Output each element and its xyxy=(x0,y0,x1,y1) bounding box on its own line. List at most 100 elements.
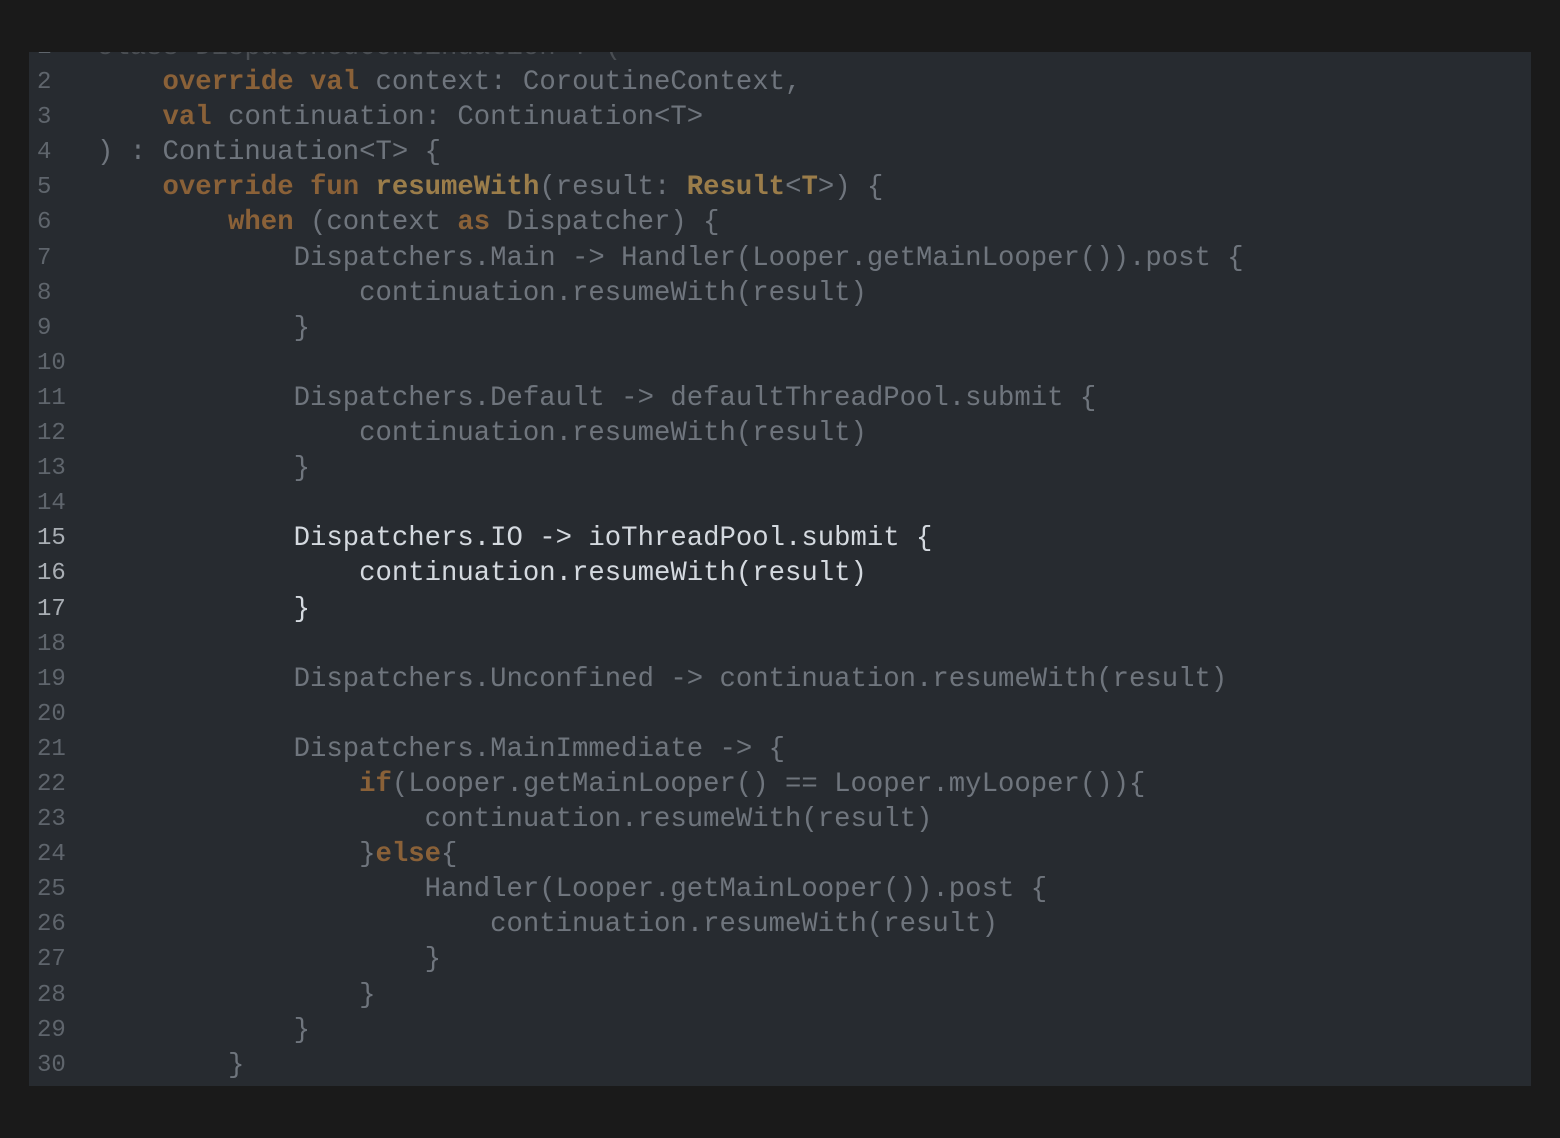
line-number: 7 xyxy=(37,244,52,272)
code-token: Dispatchers.Default -> defaultThreadPool… xyxy=(97,382,1097,414)
code-line: 8 continuation.resumeWith(result) xyxy=(29,276,1531,311)
code-line: 22 if(Looper.getMainLooper() == Looper.m… xyxy=(29,767,1531,802)
identifier-token: Result xyxy=(686,172,786,204)
code-token: Dispatchers.Unconfined -> continuation.r… xyxy=(97,663,1228,695)
code-token: context: CoroutineContext, xyxy=(359,67,802,99)
code-token: } xyxy=(97,944,441,976)
code-token: continuation.resumeWith(result) xyxy=(97,418,867,450)
line-code: override fun resumeWith(result: Result<T… xyxy=(97,170,884,205)
code-token: } xyxy=(97,979,376,1011)
code-line: 23 continuation.resumeWith(result) xyxy=(29,802,1531,837)
code-line: 3 val continuation: Continuation<T> xyxy=(29,100,1531,135)
line-number: 23 xyxy=(37,806,66,834)
line-code: Dispatchers.MainImmediate -> { xyxy=(97,732,785,767)
line-code: continuation.resumeWith(result) xyxy=(97,907,998,942)
code-line: 2 override val context: CoroutineContext… xyxy=(29,65,1531,100)
identifier-token: T xyxy=(801,172,818,204)
code-line: 16 continuation.resumeWith(result) xyxy=(29,556,1531,591)
line-number: 15 xyxy=(37,525,66,553)
code-token: } xyxy=(97,839,376,871)
line-code: Handler(Looper.getMainLooper()).post { xyxy=(97,872,1047,907)
keyword-token: val xyxy=(162,102,212,134)
line-code: continuation.resumeWith(result) xyxy=(97,556,867,591)
line-number: 21 xyxy=(37,735,66,763)
code-token: } xyxy=(97,1014,310,1046)
line-number: 29 xyxy=(37,1016,66,1044)
code-line: 29 } xyxy=(29,1013,1531,1048)
line-code: val continuation: Continuation<T> xyxy=(97,100,704,135)
keyword-token: override xyxy=(162,67,294,99)
code-line: 25 Handler(Looper.getMainLooper()).post … xyxy=(29,872,1531,907)
line-number: 18 xyxy=(37,630,66,658)
line-code: class DispatchedContinuation<T>( xyxy=(97,52,621,65)
code-line: 1 class DispatchedContinuation<T>( xyxy=(29,52,1531,65)
code-token: } xyxy=(97,1049,245,1081)
line-number: 3 xyxy=(37,104,52,132)
code-token: Dispatcher) { xyxy=(490,207,720,239)
line-code: }else{ xyxy=(97,837,457,872)
line-code: override val context: CoroutineContext, xyxy=(97,65,802,100)
line-number: 8 xyxy=(37,279,52,307)
code-line: 30 } xyxy=(29,1048,1531,1083)
code-token: continuation: Continuation<T> xyxy=(211,102,704,134)
code-token: ) : Continuation<T> { xyxy=(97,137,441,169)
line-code: when (context as Dispatcher) { xyxy=(97,205,720,240)
line-number: 14 xyxy=(37,490,66,518)
code-line: 14 xyxy=(29,486,1531,521)
line-number: 17 xyxy=(37,595,66,623)
line-number: 28 xyxy=(37,981,66,1009)
code-token: continuation.resumeWith(result) xyxy=(97,277,867,309)
line-code: Dispatchers.Default -> defaultThreadPool… xyxy=(97,381,1097,416)
code-token: { xyxy=(441,839,458,871)
code-line: 9 } xyxy=(29,311,1531,346)
code-token: (context xyxy=(293,207,458,239)
code-line: 7 Dispatchers.Main -> Handler(Looper.get… xyxy=(29,241,1531,276)
line-code: } xyxy=(97,1013,310,1048)
line-code: continuation.resumeWith(result) xyxy=(97,802,933,837)
line-number: 13 xyxy=(37,455,66,483)
code-token: class DispatchedContinuation<T>( xyxy=(97,52,621,63)
line-code: if(Looper.getMainLooper() == Looper.myLo… xyxy=(97,767,1145,802)
code-line: 15 Dispatchers.IO -> ioThreadPool.submit… xyxy=(29,521,1531,556)
keyword-token: else xyxy=(375,839,442,871)
code-token: continuation.resumeWith(result) xyxy=(97,909,998,941)
line-code: } xyxy=(97,978,375,1013)
code-token: Dispatchers.Main -> Handler(Looper.getMa… xyxy=(97,242,1244,274)
line-code: } xyxy=(97,942,441,977)
line-number: 6 xyxy=(37,209,52,237)
line-number: 10 xyxy=(37,349,66,377)
code-line: 11 Dispatchers.Default -> defaultThreadP… xyxy=(29,381,1531,416)
line-code: } xyxy=(97,592,310,627)
keyword-token: when xyxy=(228,207,294,239)
code-line: 18 xyxy=(29,627,1531,662)
code-token: continuation.resumeWith(result) xyxy=(97,804,933,836)
screenshot-frame: 1 class DispatchedContinuation<T>(2 overr… xyxy=(0,0,1560,1138)
code-line: 21 Dispatchers.MainImmediate -> { xyxy=(29,732,1531,767)
line-number: 24 xyxy=(37,841,66,869)
code-token: (result: xyxy=(539,172,687,204)
line-number: 19 xyxy=(37,665,66,693)
code-line: 24 }else{ xyxy=(29,837,1531,872)
code-line: 10 xyxy=(29,346,1531,381)
code-line: 5 override fun resumeWith(result: Result… xyxy=(29,170,1531,205)
line-number: 25 xyxy=(37,876,66,904)
code-token: } xyxy=(97,593,310,625)
line-code: } xyxy=(97,311,310,346)
line-number: 22 xyxy=(37,770,66,798)
code-token: continuation.resumeWith(result) xyxy=(97,558,867,590)
line-code: ) : Continuation<T> { xyxy=(97,135,441,170)
line-code: Dispatchers.IO -> ioThreadPool.submit { xyxy=(97,521,933,556)
line-code: } xyxy=(97,1048,244,1083)
code-token: Dispatchers.IO -> ioThreadPool.submit { xyxy=(97,523,933,555)
code-line: 27 } xyxy=(29,942,1531,977)
line-number: 5 xyxy=(37,174,52,202)
code-editor[interactable]: 1 class DispatchedContinuation<T>(2 overr… xyxy=(29,52,1531,1086)
line-code: Dispatchers.Main -> Handler(Looper.getMa… xyxy=(97,241,1244,276)
